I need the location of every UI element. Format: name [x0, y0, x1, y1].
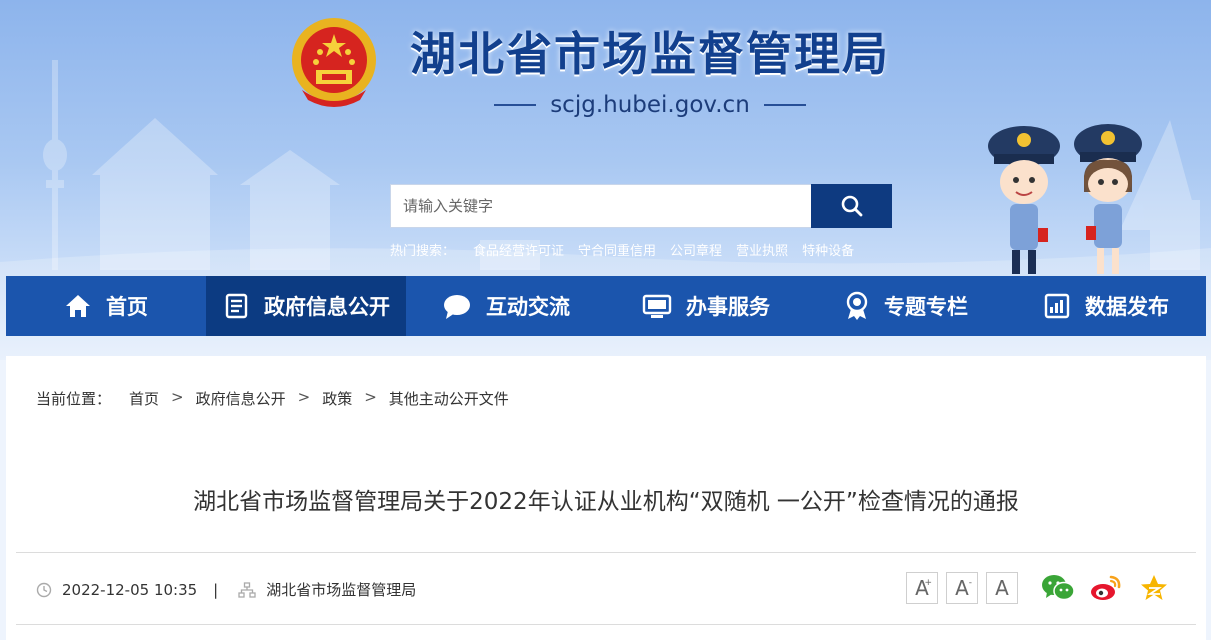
article-title: 湖北省市场监督管理局关于2022年认证从业机构“双随机 一公开”检查情况的通报 [193, 489, 1019, 515]
breadcrumb-link-home[interactable]: 首页 [129, 388, 159, 409]
bar-chart-icon [1044, 293, 1070, 319]
domain-line-left [494, 104, 537, 106]
breadcrumb-separator: > [171, 388, 184, 406]
hot-keyword-link[interactable]: 公司章程 [670, 240, 722, 259]
font-button-mark: + [924, 578, 932, 588]
qzone-star-icon [1141, 575, 1167, 600]
chat-bubble-icon [444, 295, 470, 319]
clock-icon [36, 582, 52, 597]
nav-item-data-release[interactable]: 数据发布 [1006, 276, 1206, 336]
breadcrumb-label: 当前位置： [36, 390, 112, 408]
nav-item-label: 数据发布 [1085, 295, 1169, 319]
search-icon [841, 195, 862, 217]
domain-text: scjg.hubei.gov.cn [550, 92, 750, 118]
nav-item-label: 首页 [106, 295, 148, 319]
share-qzone-button[interactable] [1136, 571, 1172, 605]
organization-icon [238, 581, 256, 598]
divider [16, 624, 1196, 625]
search-box [390, 184, 892, 228]
nav-item-label: 互动交流 [486, 295, 570, 319]
breadcrumb-separator: > [364, 388, 377, 406]
hot-search: 热门搜索： 食品经营许可证 守合同重信用 公司章程 营业执照 特种设备 [390, 240, 868, 259]
main-nav: 首页 政府信息公开 互动交流 办事服务 专题专栏 数据发布 [6, 276, 1206, 336]
font-button-mark: - [968, 578, 972, 588]
mascot-female [1074, 124, 1142, 274]
nav-item-services[interactable]: 办事服务 [606, 276, 806, 336]
breadcrumb-link-policy[interactable]: 政策 [322, 388, 352, 409]
national-emblem [292, 18, 376, 107]
font-reset-button[interactable]: A [986, 572, 1018, 604]
share-buttons [1040, 571, 1184, 605]
weibo-icon [1091, 575, 1121, 600]
domain-line-right [763, 104, 806, 106]
home-icon [66, 295, 90, 317]
meta-separator: | [213, 580, 219, 599]
article-source: 湖北省市场监督管理局 [266, 581, 417, 599]
nav-item-home[interactable]: 首页 [6, 276, 206, 336]
search-button[interactable] [811, 184, 892, 228]
font-size-controls: A + A- A [906, 572, 1026, 604]
hot-search-label: 热门搜索： [390, 244, 456, 259]
search-input[interactable] [390, 184, 811, 228]
nav-item-label: 专题专栏 [884, 295, 968, 319]
mascot-male [988, 126, 1060, 274]
share-weibo-button[interactable] [1088, 571, 1124, 605]
nav-item-label: 政府信息公开 [264, 295, 390, 319]
wechat-icon [1042, 575, 1075, 601]
hot-keyword-link[interactable]: 守合同重信用 [578, 240, 656, 259]
breadcrumb-link-gov-info[interactable]: 政府信息公开 [196, 388, 286, 409]
font-button-letter: A [995, 576, 1009, 600]
breadcrumb-link-other-files[interactable]: 其他主动公开文件 [389, 388, 509, 409]
article-card: 当前位置： 首页 > 政府信息公开 > 政策 > 其他主动公开文件 湖北省市场监… [6, 356, 1206, 640]
article-meta: 2022-12-05 10:35 | 湖北省市场监督管理局 [36, 579, 416, 600]
award-badge-icon [846, 291, 868, 320]
site-domain: scjg.hubei.gov.cn [480, 88, 820, 122]
breadcrumb: 当前位置： 首页 > 政府信息公开 > 政策 > 其他主动公开文件 [36, 388, 509, 409]
share-wechat-button[interactable] [1040, 571, 1076, 605]
publish-datetime: 2022-12-05 10:35 [62, 580, 198, 599]
document-list-icon [225, 293, 248, 319]
monitor-icon [642, 294, 672, 318]
font-increase-button[interactable]: A + [906, 572, 938, 604]
hot-keyword-link[interactable]: 营业执照 [736, 240, 788, 259]
mascot-illustration [988, 124, 1142, 274]
nav-item-interaction[interactable]: 互动交流 [406, 276, 606, 336]
site-title: 湖北省市场监督管理局 [410, 27, 890, 81]
breadcrumb-separator: > [297, 388, 311, 406]
hot-keyword-link[interactable]: 特种设备 [802, 240, 854, 259]
nav-item-government-info[interactable]: 政府信息公开 [206, 276, 406, 336]
font-decrease-button[interactable]: A- [946, 572, 978, 604]
nav-item-special-topics[interactable]: 专题专栏 [806, 276, 1006, 336]
font-button-letter: A [955, 576, 969, 600]
hot-keyword-link[interactable]: 食品经营许可证 [473, 240, 564, 259]
nav-item-label: 办事服务 [686, 295, 770, 319]
divider [16, 552, 1196, 553]
